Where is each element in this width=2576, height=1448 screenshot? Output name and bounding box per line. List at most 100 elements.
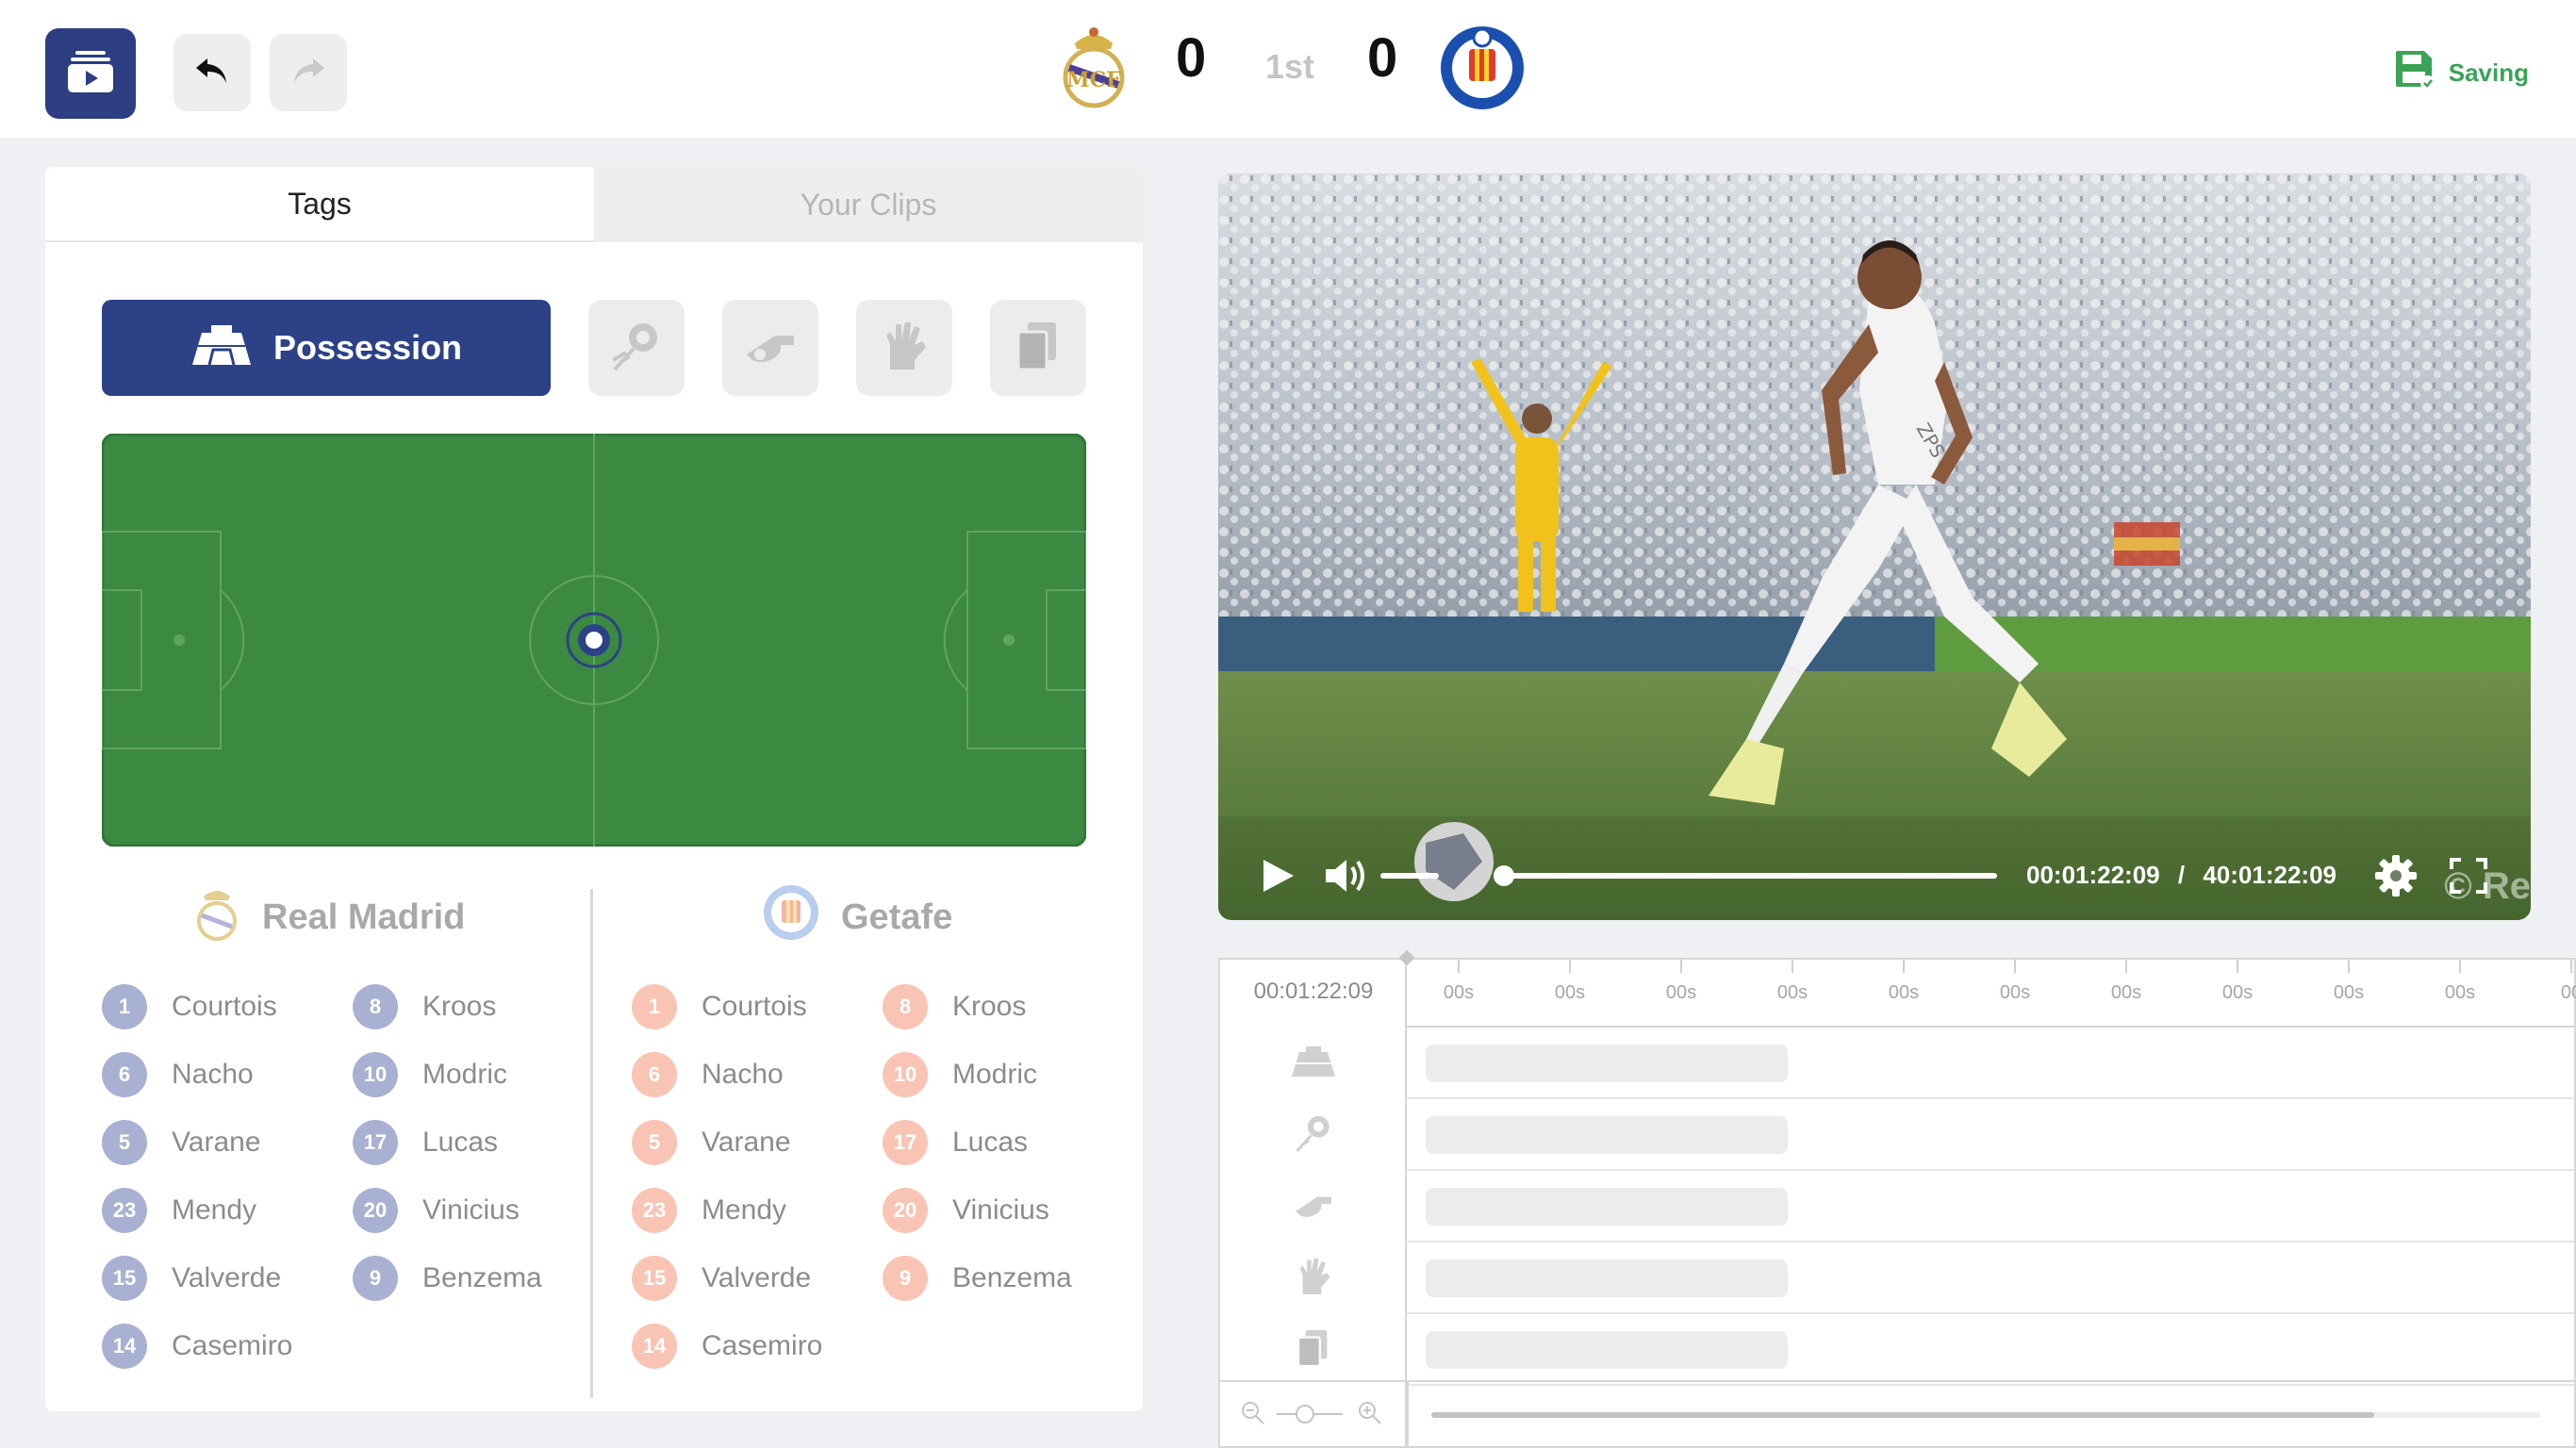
ruler-tick: 00s bbox=[1537, 960, 1603, 1004]
redo-button[interactable] bbox=[270, 34, 347, 111]
clip-timeline: 00:01:22:09 00s 00s 00s 00s 00s 00s 00s … bbox=[1218, 949, 2576, 1448]
player-name: Modric bbox=[422, 1059, 508, 1090]
panel-tabs: Tags Your Clips bbox=[45, 167, 1143, 242]
player-item[interactable]: 14 Casemiro bbox=[102, 1324, 292, 1369]
zoom-handle[interactable] bbox=[1296, 1405, 1314, 1423]
whistle-icon bbox=[1293, 1184, 1334, 1230]
player-name: Vinicius bbox=[422, 1194, 520, 1226]
save-status-label: Saving bbox=[2448, 58, 2529, 87]
player-number: 9 bbox=[883, 1256, 928, 1301]
timeline-track[interactable] bbox=[1407, 1171, 2574, 1242]
volume-slider[interactable] bbox=[1380, 873, 1439, 879]
volume-icon[interactable] bbox=[1324, 858, 1367, 898]
player-name: Mendy bbox=[172, 1194, 257, 1226]
app-logo-button[interactable] bbox=[45, 28, 136, 119]
player-name: Valverde bbox=[172, 1262, 282, 1293]
save-tag-button[interactable] bbox=[856, 300, 952, 396]
goal-shot-icon bbox=[1293, 1112, 1334, 1159]
player-number: 15 bbox=[632, 1256, 677, 1301]
card-tag-button[interactable] bbox=[990, 300, 1086, 396]
foul-tag-button[interactable] bbox=[722, 300, 818, 396]
player-item[interactable]: 8 Kroos bbox=[353, 984, 496, 1029]
clip-placeholder[interactable] bbox=[1426, 1116, 1788, 1154]
player-number: 14 bbox=[632, 1324, 677, 1369]
zoom-out-icon[interactable] bbox=[1241, 1401, 1265, 1430]
timeline-ruler[interactable]: 00s 00s 00s 00s 00s 00s 00s 00s 00s 00s … bbox=[1398, 949, 2576, 1028]
home-team-crest-small bbox=[192, 883, 241, 951]
clip-placeholder[interactable] bbox=[1426, 1188, 1788, 1226]
away-team-crest bbox=[1437, 21, 1527, 111]
settings-gear-icon[interactable] bbox=[2374, 854, 2418, 902]
zoom-in-icon[interactable] bbox=[1358, 1401, 1382, 1430]
clip-placeholder[interactable] bbox=[1426, 1045, 1788, 1082]
player-item[interactable]: 10 Modric bbox=[883, 1052, 1037, 1097]
goalkeeper-glove-icon bbox=[877, 319, 932, 378]
clip-placeholder[interactable] bbox=[1426, 1259, 1788, 1297]
ruler-tick: 00s bbox=[1759, 960, 1825, 1004]
away-team-header: Getafe bbox=[762, 883, 952, 951]
possession-button[interactable]: Possession bbox=[102, 300, 551, 396]
player-item[interactable]: 15 Valverde bbox=[102, 1256, 281, 1301]
play-icon[interactable] bbox=[1262, 858, 1296, 898]
player-number: 23 bbox=[632, 1188, 677, 1233]
player-name: Varane bbox=[172, 1127, 261, 1158]
timeline-scrollbar[interactable] bbox=[1431, 1412, 2540, 1418]
player-item[interactable]: 5 Varane bbox=[632, 1120, 791, 1165]
timeline-track[interactable] bbox=[1407, 1242, 2574, 1314]
player-name: Kroos bbox=[422, 991, 497, 1022]
player-item[interactable]: 23 Mendy bbox=[102, 1188, 256, 1233]
scrollbar-thumb[interactable] bbox=[1431, 1412, 2374, 1418]
tagging-panel: Tags Your Clips Possession Real Madrid G… bbox=[45, 167, 1143, 1411]
player-name: Modric bbox=[952, 1059, 1038, 1090]
player-item[interactable]: 23 Mendy bbox=[632, 1188, 786, 1233]
tab-tags[interactable]: Tags bbox=[45, 167, 594, 242]
seek-handle[interactable] bbox=[1494, 865, 1514, 886]
player-number: 6 bbox=[102, 1052, 147, 1097]
player-name: Courtois bbox=[702, 991, 807, 1022]
possession-icon bbox=[1290, 1045, 1337, 1083]
timeline-track[interactable] bbox=[1407, 1314, 2574, 1386]
player-item[interactable]: 20 Vinicius bbox=[353, 1188, 520, 1233]
track-card bbox=[1220, 1314, 1407, 1386]
player-item[interactable]: 9 Benzema bbox=[883, 1256, 1072, 1301]
home-team-header: Real Madrid bbox=[192, 883, 465, 951]
video-player[interactable]: ZPS 00:01:22:09 / 40:01:22:09 © Re bbox=[1218, 173, 2531, 920]
ruler-tick: 00s bbox=[2093, 960, 2159, 1004]
player-name: Benzema bbox=[422, 1262, 542, 1293]
player-item[interactable]: 6 Nacho bbox=[632, 1052, 784, 1097]
player-number: 5 bbox=[102, 1120, 147, 1165]
player-item[interactable]: 1 Courtois bbox=[102, 984, 277, 1029]
player-item[interactable]: 5 Varane bbox=[102, 1120, 261, 1165]
tab-your-clips[interactable]: Your Clips bbox=[594, 167, 1143, 242]
timeline-track[interactable] bbox=[1407, 1028, 2574, 1099]
zoom-slider[interactable] bbox=[1277, 1405, 1343, 1423]
player-number: 15 bbox=[102, 1256, 147, 1301]
video-library-icon bbox=[66, 47, 115, 101]
player-item[interactable]: 8 Kroos bbox=[883, 984, 1026, 1029]
possession-icon bbox=[190, 321, 253, 375]
player-name: Vinicius bbox=[952, 1194, 1049, 1226]
timeline-track[interactable] bbox=[1407, 1099, 2574, 1171]
undo-button[interactable] bbox=[173, 34, 251, 111]
track-shot bbox=[1220, 1099, 1407, 1171]
track-save bbox=[1220, 1242, 1407, 1314]
player-name: Lucas bbox=[952, 1127, 1029, 1158]
timeline-footer bbox=[1220, 1380, 2574, 1448]
player-item[interactable]: 20 Vinicius bbox=[883, 1188, 1049, 1233]
player-item[interactable]: 17 Lucas bbox=[353, 1120, 498, 1165]
player-item[interactable]: 14 Casemiro bbox=[632, 1324, 822, 1369]
ruler-tick: 00s bbox=[2427, 960, 2493, 1004]
player-item[interactable]: 9 Benzema bbox=[353, 1256, 542, 1301]
pitch-map[interactable] bbox=[101, 433, 1087, 847]
player-item[interactable]: 15 Valverde bbox=[632, 1256, 811, 1301]
player-number: 1 bbox=[102, 984, 147, 1029]
seek-bar[interactable] bbox=[1494, 865, 1997, 886]
player-item[interactable]: 17 Lucas bbox=[883, 1120, 1028, 1165]
player-item[interactable]: 1 Courtois bbox=[632, 984, 807, 1029]
time-separator: / bbox=[2177, 861, 2186, 889]
player-item[interactable]: 10 Modric bbox=[353, 1052, 507, 1097]
clip-placeholder[interactable] bbox=[1426, 1331, 1788, 1369]
player-item[interactable]: 6 Nacho bbox=[102, 1052, 254, 1097]
shot-tag-button[interactable] bbox=[588, 300, 685, 396]
ruler-tick: 00s bbox=[2204, 960, 2271, 1004]
